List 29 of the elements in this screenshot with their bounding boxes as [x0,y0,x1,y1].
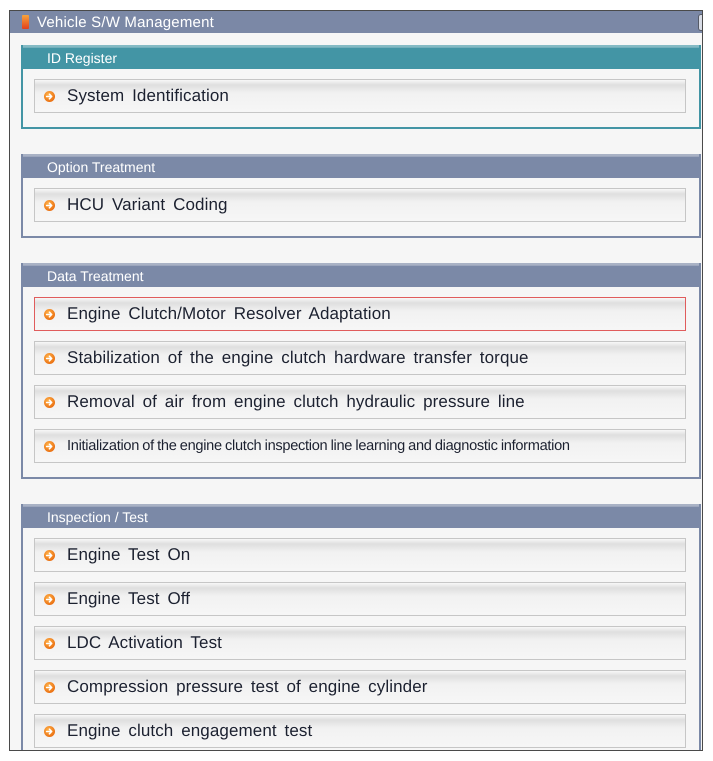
menu-item-button[interactable]: Stabilization of the engine clutch hardware transfer torque [34,341,686,375]
menu-item-button[interactable]: Removal of air from engine clutch hydraulic pressure line [34,385,686,419]
section-header: ID Register [23,45,699,69]
section-header: Option Treatment [23,154,699,178]
arrow-right-icon [44,550,55,560]
arrow-right-icon [44,308,55,320]
menu-item-button[interactable]: Engine clutch engagement test [34,714,686,748]
section-header: Inspection / Test [23,504,699,528]
arrow-right-icon [44,352,55,364]
arrow-right-icon [44,682,55,692]
menu-item-button[interactable]: Initialization of the engine clutch inspection line learning and diagnostic information [34,429,686,463]
menu-item-button[interactable]: Engine Test Off [34,582,686,616]
arrow-right-icon [44,594,55,604]
menu-item-button[interactable]: LDC Activation Test [34,626,686,660]
arrow-right-icon [44,726,55,736]
arrow-right-icon [44,90,55,102]
app-icon [22,15,29,29]
arrow-right-icon [44,200,55,210]
section-header: Data Treatment [23,263,699,287]
window-control-button[interactable] [698,14,702,31]
menu-item-button[interactable]: Engine Test On [34,538,686,572]
arrow-right-icon [44,396,55,408]
arrow-right-icon [44,440,55,452]
menu-item-button[interactable]: System Identification [34,79,686,113]
menu-item-button[interactable]: Compression pressure test of engine cylinder [34,670,686,704]
menu-item-button[interactable]: Engine Clutch/Motor Resolver Adaptation [34,297,686,331]
menu-item-button[interactable]: HCU Variant Coding [34,188,686,222]
arrow-right-icon [44,638,55,648]
window-title: Vehicle S/W Management [37,14,214,30]
